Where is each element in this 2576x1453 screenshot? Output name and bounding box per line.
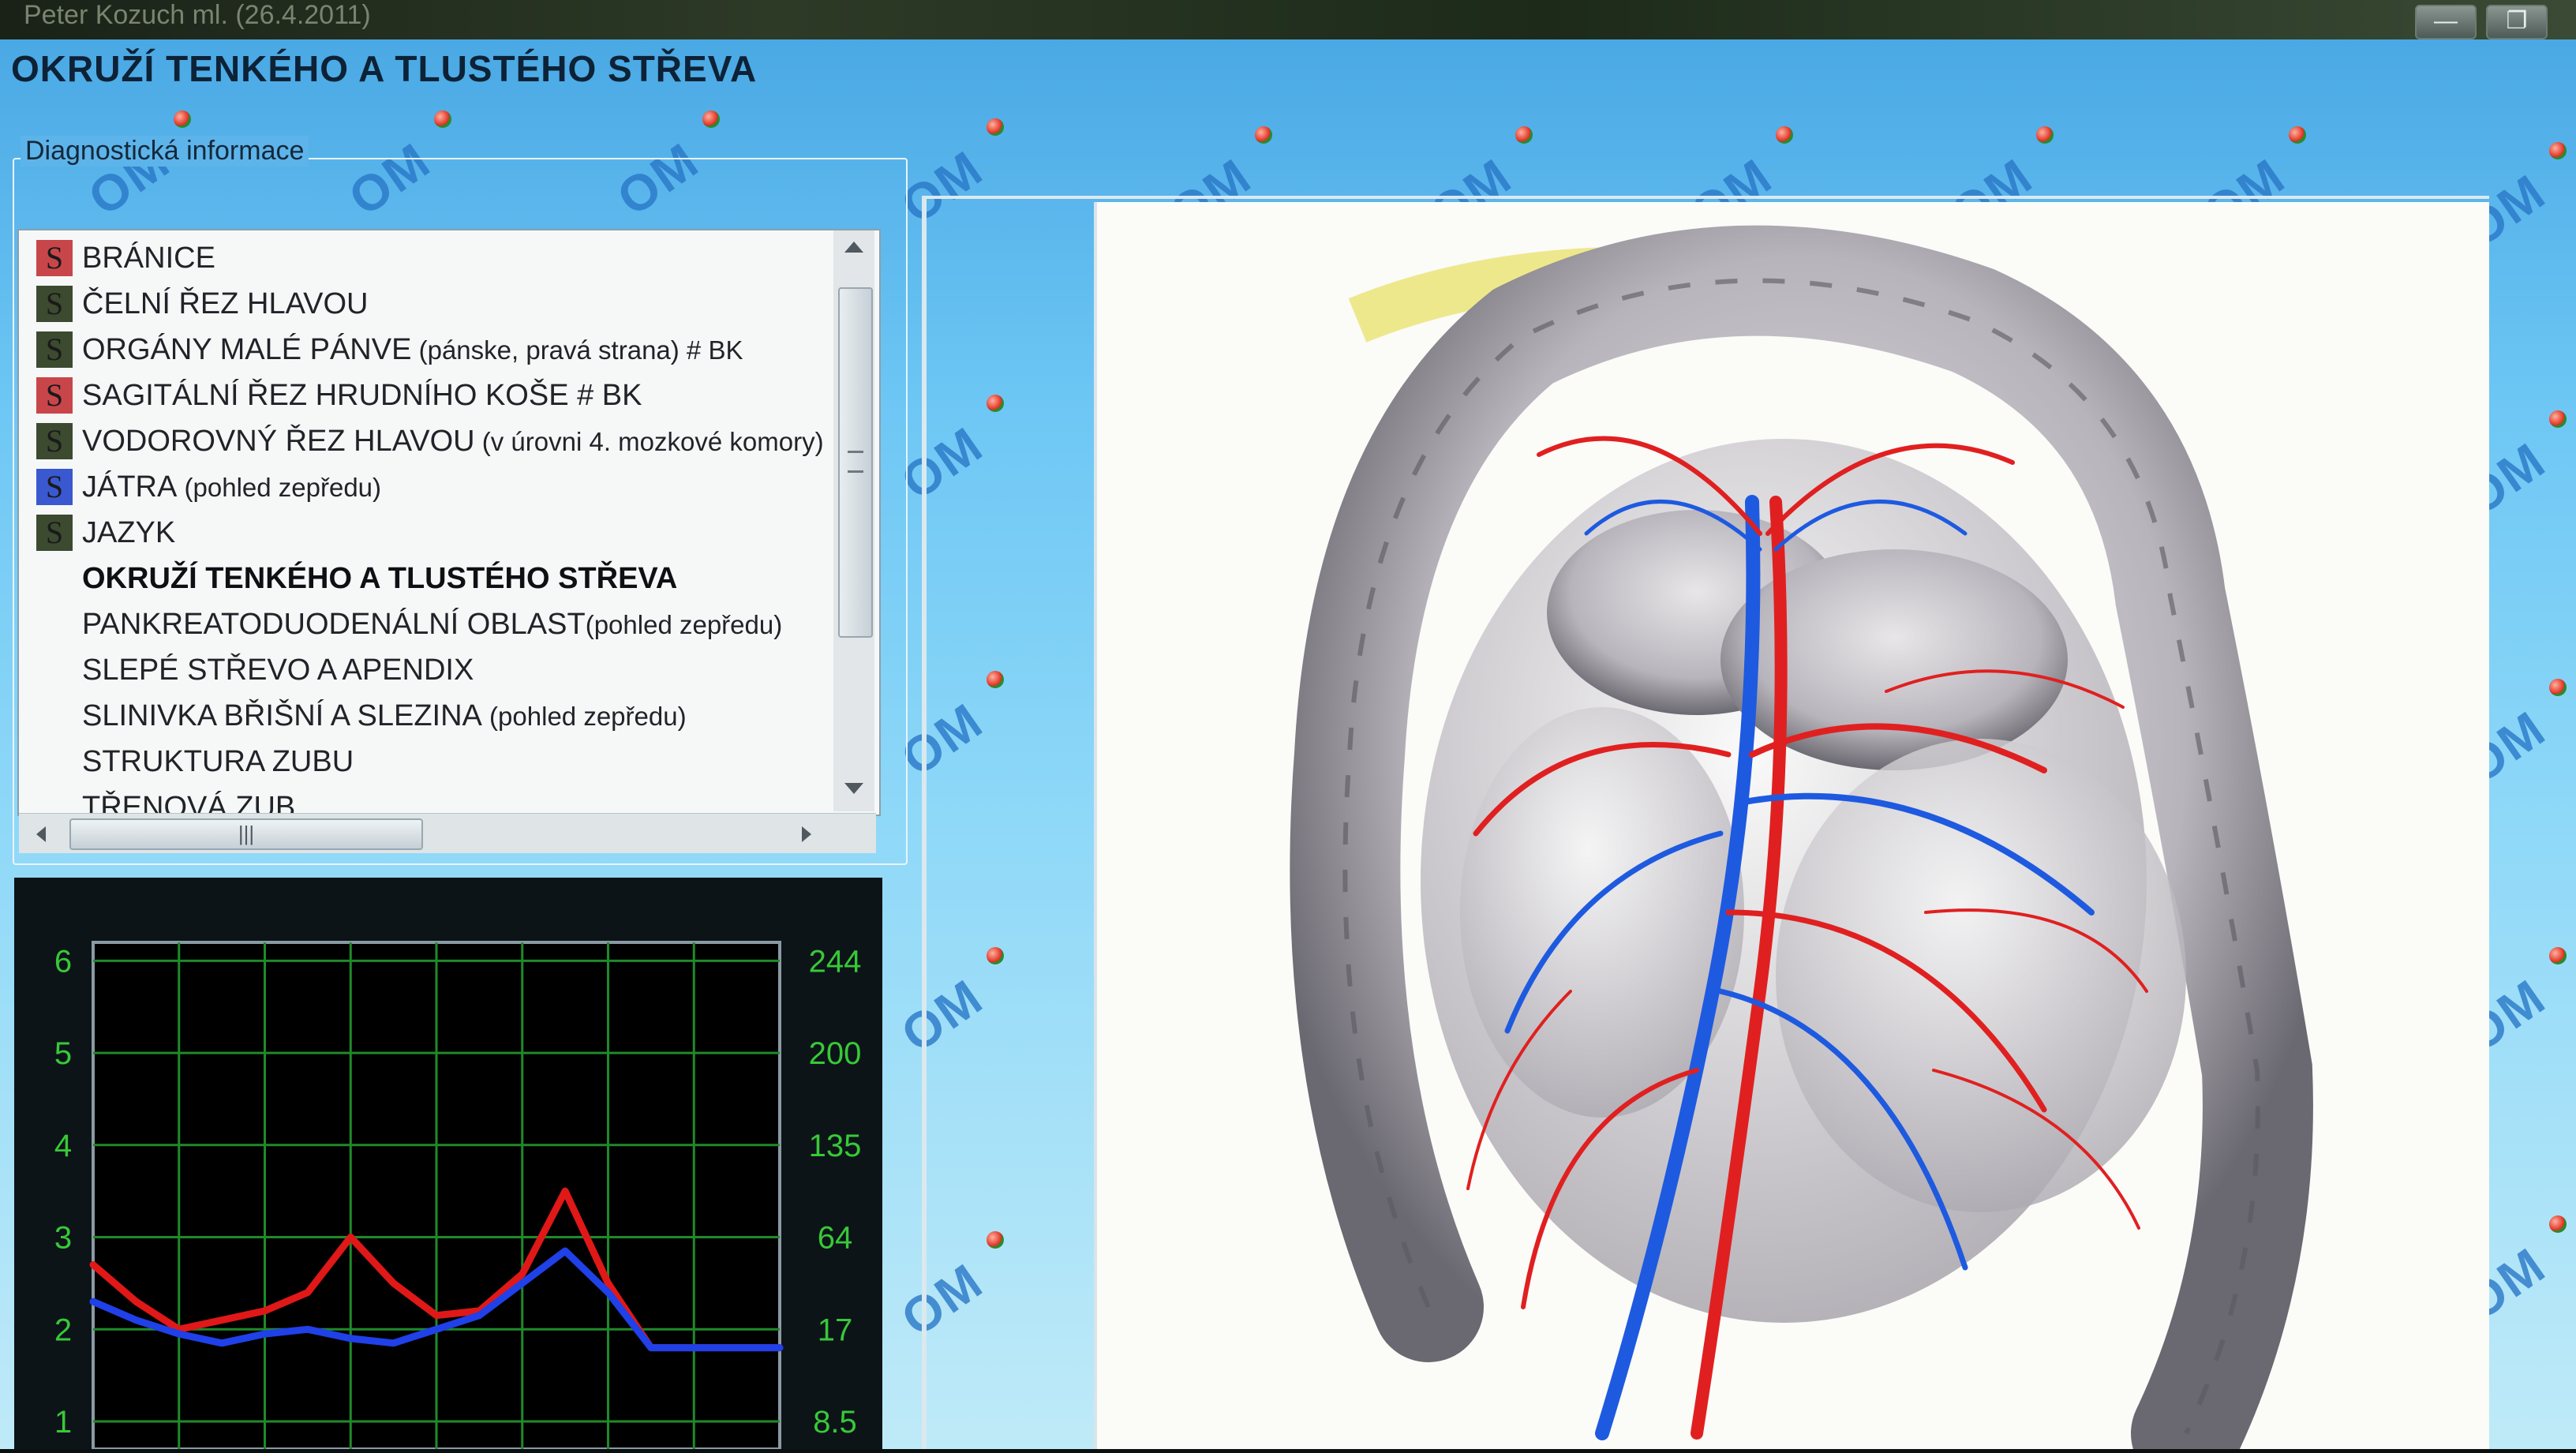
list-item-note: (pánske, pravá strana) # BK [411,335,743,365]
scroll-up-arrow-icon[interactable] [844,242,863,253]
list-item-title: STRUKTURA ZUBU [82,745,354,778]
left-tick-label: 5 [54,1036,72,1071]
image-area-top-border [922,196,2489,199]
list-item[interactable]: S BRÁNICE [19,235,840,281]
list-item-title: ORGÁNY MALÉ PÁNVE [82,333,412,366]
image-area-divider [922,196,927,1449]
list-item[interactable]: S JÁTRA (pohled zepředu) [19,464,840,510]
s-marker-icon: S [36,286,73,322]
line-chart: 6 244 5 200 4 135 3 64 2 17 1 8.5 [54,941,862,1451]
list-item-label: TŘENOVÁ ZUB [82,785,295,815]
restore-button[interactable]: ❐ [2486,5,2548,39]
left-tick-label: 2 [54,1313,72,1347]
window-title: Peter Kozuch ml. (26.4.2011) [24,0,371,30]
logo-ball-icon [987,118,1004,136]
left-tick-label: 1 [54,1405,72,1440]
list-item[interactable]: SLINIVKA BŘIŠNÍ A SLEZINA (pohled zepřed… [19,693,840,739]
list-item-title: ČELNÍ ŘEZ HLAVOU [82,287,369,320]
list-item[interactable]: S SAGITÁLNÍ ŘEZ HRUDNÍHO KOŠE # BK [19,373,840,418]
logo-ball-icon [2289,126,2306,144]
logo-ball-icon [2549,947,2567,964]
left-tick-label: 4 [54,1129,72,1163]
right-tick-label: 8.5 [813,1405,857,1440]
list-item[interactable]: S JAZYK [19,510,840,556]
intestine-illustration [1290,225,2313,1453]
right-tick-label: 17 [818,1313,853,1347]
list-item-title: SLINIVKA BŘIŠNÍ A SLEZINA [82,699,482,732]
scroll-grip-icon [848,451,863,473]
list-item-note: (v úrovni 4. mozkové komory) [474,427,824,456]
list-item[interactable]: SLEPÉ STŘEVO A APENDIX [19,647,840,693]
page-title: OKRUŽÍ TENKÉHO A TLUSTÉHO STŘEVA [11,48,758,89]
list-item-label: ČELNÍ ŘEZ HLAVOU [82,281,368,327]
biorhythm-chart-panel: 6 244 5 200 4 135 3 64 2 17 1 8.5 [14,878,882,1451]
right-tick-label: 135 [809,1129,862,1163]
list-item-label: ORGÁNY MALÉ PÁNVE (pánske, pravá strana)… [82,327,743,373]
s-marker-icon: S [36,240,73,276]
left-tick-label: 6 [54,944,72,979]
logo-ball-icon [434,110,451,128]
s-marker-icon: S [36,377,73,414]
diagnostic-info-label: Diagnostická informace [21,136,309,167]
list-horizontal-scrollbar[interactable]: ||| [19,813,876,853]
list-item-note: (pohled zepředu) [585,610,783,639]
anatomy-image [1094,202,2489,1453]
right-tick-label: 244 [809,944,862,979]
s-marker-icon: S [36,331,73,368]
horizontal-scroll-thumb[interactable]: ||| [69,818,423,850]
list-item[interactable]: S ČELNÍ ŘEZ HLAVOU [19,281,840,327]
minimize-button[interactable]: — [2415,5,2477,39]
window-titlebar: Peter Kozuch ml. (26.4.2011) — ❐ [0,0,2576,39]
list-item-label: STRUKTURA ZUBU [82,739,354,785]
scroll-down-arrow-icon[interactable] [844,783,863,794]
logo-ball-icon [1255,126,1272,144]
list-item-title: PANKREATODUODENÁLNÍ OBLAST [82,608,586,641]
list-item-title: JAZYK [82,516,176,549]
list-item-title: SLEPÉ STŘEVO A APENDIX [82,653,474,687]
list-item-note: (pohled zepředu) [481,702,687,731]
right-tick-label: 200 [809,1036,862,1071]
logo-ball-icon [174,110,191,128]
list-item-label: VODOROVNÝ ŘEZ HLAVOU (v úrovni 4. mozkov… [82,418,824,464]
list-item-label: SLINIVKA BŘIŠNÍ A SLEZINA (pohled zepřed… [82,693,687,739]
logo-ball-icon [2036,126,2054,144]
list-item-label: SAGITÁLNÍ ŘEZ HRUDNÍHO KOŠE # BK [82,373,642,418]
list-item-label: JÁTRA (pohled zepředu) [82,464,381,510]
list-item-label: JAZYK [82,510,175,556]
scroll-right-arrow-icon[interactable] [802,826,811,842]
logo-ball-icon [2549,410,2567,428]
s-marker-icon: S [36,469,73,505]
diagnostic-list[interactable]: S BRÁNICE S ČELNÍ ŘEZ HLAVOU S ORGÁNY MALÉ PÁ… [17,229,881,816]
list-item-title: OKRUŽÍ TENKÉHO A TLUSTÉHO STŘEVA [82,562,678,595]
logo-ball-icon [1776,126,1793,144]
list-item[interactable]: STRUKTURA ZUBU [19,739,840,785]
s-marker-icon: S [36,515,73,551]
logo-ball-icon [2549,1215,2567,1233]
list-item-title: BRÁNICE [82,242,215,275]
list-item[interactable]: PANKREATODUODENÁLNÍ OBLAST(pohled zepřed… [19,601,840,647]
logo-ball-icon [2549,142,2567,159]
logo-ball-icon [1515,126,1533,144]
list-item[interactable]: OKRUŽÍ TENKÉHO A TLUSTÉHO STŘEVA [19,556,840,601]
logo-ball-icon [2549,679,2567,696]
right-tick-label: 64 [818,1221,853,1256]
list-item-title: JÁTRA [82,470,178,504]
s-marker-icon: S [36,423,73,459]
list-item-label: SLEPÉ STŘEVO A APENDIX [82,647,474,693]
list-item-label: BRÁNICE [82,235,215,281]
list-item-label: PANKREATODUODENÁLNÍ OBLAST(pohled zepřed… [82,601,782,647]
list-item-title: SAGITÁLNÍ ŘEZ HRUDNÍHO KOŠE # BK [82,379,642,412]
list-item[interactable]: S ORGÁNY MALÉ PÁNVE (pánske, pravá strana… [19,327,840,373]
logo-ball-icon [702,110,720,128]
list-item-note: (pohled zepředu) [177,473,382,502]
list-item[interactable]: S VODOROVNÝ ŘEZ HLAVOU (v úrovni 4. mozko… [19,418,840,464]
list-item-title: VODOROVNÝ ŘEZ HLAVOU [82,425,475,458]
scroll-left-arrow-icon[interactable] [36,826,46,842]
scroll-thumb[interactable] [838,287,873,638]
left-tick-label: 3 [54,1221,72,1256]
list-item-label: OKRUŽÍ TENKÉHO A TLUSTÉHO STŘEVA [82,556,677,601]
list-item[interactable]: TŘENOVÁ ZUB [19,785,840,815]
list-vertical-scrollbar[interactable] [833,230,874,811]
